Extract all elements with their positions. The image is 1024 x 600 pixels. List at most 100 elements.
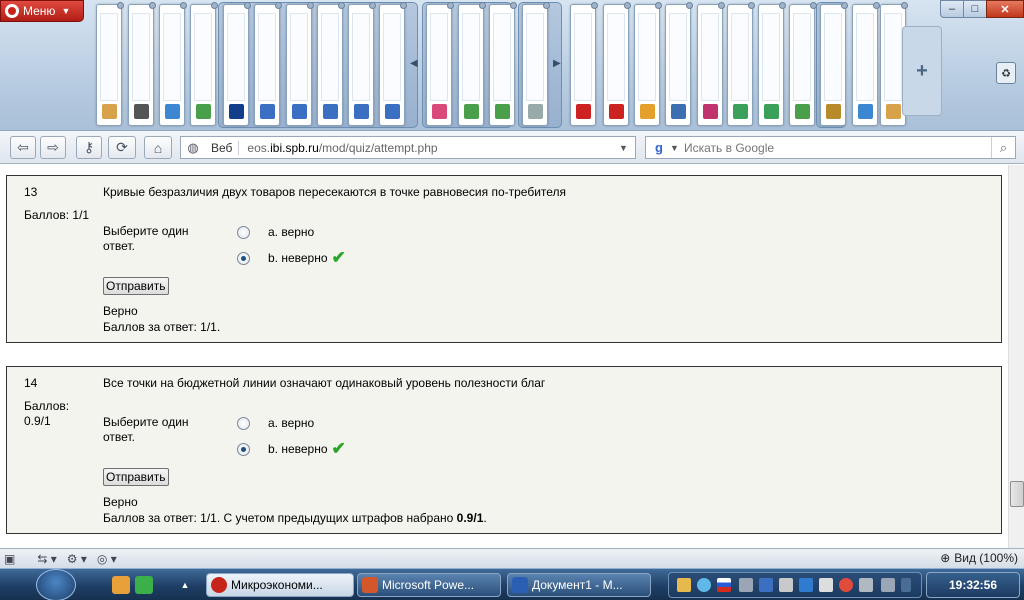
address-bar[interactable]: ◍ Веб eos.ibi.spb.ru/mod/quiz/attempt.ph… [180, 136, 636, 159]
tab-thumbnail[interactable] [159, 2, 187, 126]
tab-close-icon[interactable] [718, 2, 725, 9]
opera-menu-button[interactable]: Меню ▼ [0, 0, 84, 22]
search-icon[interactable]: ⌕ [991, 137, 1015, 158]
show-desktop-icon[interactable] [901, 578, 911, 592]
quicklaunch-icon[interactable] [135, 576, 153, 594]
zoom-control[interactable]: ⊕ Вид (100%) [940, 551, 1018, 565]
tab-close-icon[interactable] [244, 2, 251, 9]
tray-misc-icon[interactable] [881, 578, 895, 592]
tab-close-icon[interactable] [748, 2, 755, 9]
reload-button[interactable]: ⟳ [108, 136, 136, 159]
tab-thumbnail[interactable] [522, 2, 550, 126]
search-input[interactable] [684, 140, 991, 155]
address-dropdown-icon[interactable]: ▼ [619, 143, 635, 153]
tray-monitor-icon[interactable] [759, 578, 773, 592]
task-opera[interactable]: Микроэкономи... [206, 573, 354, 597]
tab-thumbnail[interactable] [789, 2, 817, 126]
answer-option-a[interactable]: a. верно [237, 225, 314, 239]
close-button[interactable]: ✕ [986, 0, 1024, 18]
home-button[interactable]: ⌂ [144, 136, 172, 159]
tab-thumbnail[interactable] [458, 2, 486, 126]
task-word[interactable]: Документ1 - M... [507, 573, 651, 597]
taskbar-clock[interactable]: 19:32:56 [926, 572, 1020, 598]
new-tab-button[interactable]: + [902, 26, 942, 116]
tab-close-icon[interactable] [810, 2, 817, 9]
tab-close-icon[interactable] [510, 2, 517, 9]
search-engine-dropdown-icon[interactable]: ▼ [670, 143, 684, 153]
tab-thumbnail[interactable] [348, 2, 376, 126]
google-icon[interactable]: g [648, 138, 670, 157]
tab-close-icon[interactable] [624, 2, 631, 9]
tray-network-icon[interactable] [697, 578, 711, 592]
tab-thumbnail[interactable] [489, 2, 517, 126]
tab-thumbnail[interactable] [665, 2, 693, 126]
minimize-button[interactable]: – [940, 0, 964, 18]
address-url[interactable]: eos.ibi.spb.ru/mod/quiz/attempt.php [239, 141, 619, 155]
tab-scroll-arrow-icon[interactable]: ▶ [553, 58, 561, 69]
tab-thumbnail[interactable] [820, 2, 848, 126]
maximize-button[interactable]: □ [963, 0, 987, 18]
answer-option-a[interactable]: a. верно [237, 416, 314, 430]
tab-thumbnail[interactable] [190, 2, 218, 126]
tab-thumbnail[interactable] [570, 2, 598, 126]
answer-option-b[interactable]: b. неверно ✔ [237, 439, 346, 459]
tab-thumbnail[interactable] [852, 2, 880, 126]
scrollbar-thumb[interactable] [1010, 481, 1024, 507]
radio-a[interactable] [237, 225, 250, 239]
radio-a[interactable] [237, 416, 250, 430]
tab-thumbnail[interactable] [758, 2, 786, 126]
sync-icon[interactable]: ⇆ ▾ [37, 551, 56, 567]
signal-icon[interactable] [819, 578, 833, 592]
tab-close-icon[interactable] [686, 2, 693, 9]
task-powerpoint[interactable]: Microsoft Powe... [357, 573, 501, 597]
tray-alert-icon[interactable] [839, 578, 853, 592]
language-flag-icon[interactable] [717, 578, 731, 592]
back-button[interactable]: ⇦ [10, 136, 36, 159]
tab-thumbnail[interactable] [426, 2, 454, 126]
tab-thumbnail[interactable] [727, 2, 755, 126]
tab-scroll-arrow-icon[interactable]: ◀ [410, 58, 418, 69]
tray-app-icon[interactable] [779, 578, 793, 592]
tab-close-icon[interactable] [211, 2, 218, 9]
tab-close-icon[interactable] [543, 2, 550, 9]
answer-option-b[interactable]: b. неверно ✔ [237, 248, 346, 268]
tab-close-icon[interactable] [841, 2, 848, 9]
tab-close-icon[interactable] [180, 2, 187, 9]
tab-thumbnail[interactable] [286, 2, 314, 126]
tab-close-icon[interactable] [591, 2, 598, 9]
tab-thumbnail[interactable] [223, 2, 251, 126]
tab-close-icon[interactable] [369, 2, 376, 9]
tab-thumbnail[interactable] [317, 2, 345, 126]
forward-button[interactable]: ⇨ [40, 136, 66, 159]
radio-b[interactable] [237, 442, 250, 456]
tab-thumbnail[interactable] [254, 2, 282, 126]
tray-device-icon[interactable] [739, 578, 753, 592]
tab-close-icon[interactable] [447, 2, 454, 9]
trash-icon[interactable]: ♻ [996, 62, 1016, 84]
tray-folder-icon[interactable] [677, 578, 691, 592]
tab-thumbnail[interactable] [697, 2, 725, 126]
tab-thumbnail[interactable] [603, 2, 631, 126]
vertical-scrollbar[interactable] [1008, 165, 1024, 548]
tab-close-icon[interactable] [275, 2, 282, 9]
taskbar-expand-icon[interactable]: ▲ [178, 576, 192, 594]
volume-icon[interactable] [859, 578, 873, 592]
radio-b[interactable] [237, 251, 250, 265]
turbo-icon[interactable]: ◎ ▾ [97, 551, 117, 567]
tab-close-icon[interactable] [901, 2, 908, 9]
tab-thumbnail[interactable] [96, 2, 124, 126]
unite-icon[interactable]: ⚙ ▾ [67, 551, 87, 567]
tab-close-icon[interactable] [400, 2, 407, 9]
quicklaunch-icon[interactable] [112, 576, 130, 594]
tab-thumbnail[interactable] [379, 2, 407, 126]
tab-close-icon[interactable] [655, 2, 662, 9]
tab-close-icon[interactable] [149, 2, 156, 9]
tab-close-icon[interactable] [307, 2, 314, 9]
submit-button[interactable]: Отправить [103, 277, 169, 295]
tab-close-icon[interactable] [117, 2, 124, 9]
tray-display-icon[interactable] [799, 578, 813, 592]
tab-close-icon[interactable] [479, 2, 486, 9]
tab-close-icon[interactable] [338, 2, 345, 9]
tab-thumbnail[interactable] [634, 2, 662, 126]
tab-close-icon[interactable] [873, 2, 880, 9]
